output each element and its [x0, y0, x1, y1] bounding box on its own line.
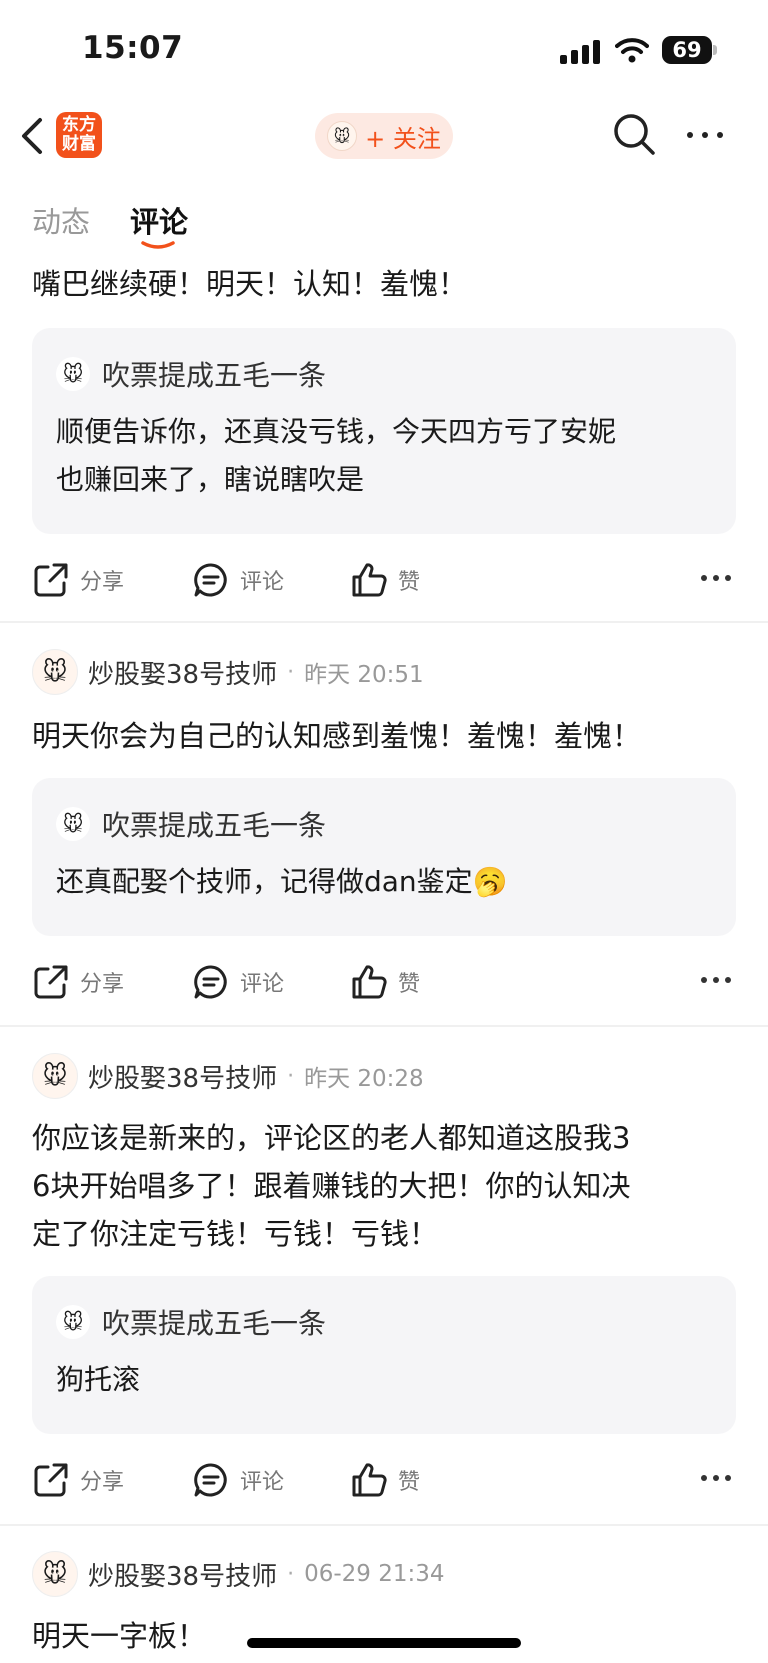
quote-text-line: 还真配娶个技师，记得做dan鉴定 — [56, 865, 473, 898]
post-author-row: 🐭 炒股娶38号技师 · 06-29 21:34 — [32, 1551, 445, 1597]
quoted-comment[interactable]: 🐭 吹票提成五毛一条 顺便告诉你，还真没亏钱，今天四方亏了安妮 也赚回来了，瞎说… — [32, 328, 736, 534]
post-content-line: 你应该是新来的，评论区的老人都知道这股我3 — [32, 1121, 631, 1155]
follow-button[interactable]: 🐭 + 关注 — [315, 113, 453, 159]
back-icon[interactable] — [18, 116, 48, 156]
post-time: 06-29 21:34 — [304, 1561, 445, 1587]
share-icon — [34, 563, 68, 597]
tab-dynamics[interactable]: 动态 — [32, 199, 90, 241]
follow-label: + 关注 — [365, 124, 441, 153]
more-icon[interactable] — [700, 968, 732, 992]
author-avatar-icon[interactable]: 🐭 — [32, 1053, 78, 1099]
more-icon[interactable] — [684, 124, 726, 146]
share-icon — [34, 1463, 68, 1497]
app-logo[interactable]: 东方 财富 — [56, 112, 102, 158]
post-content-line: 定了你注定亏钱！亏钱！亏钱！ — [32, 1217, 439, 1251]
divider — [0, 621, 768, 623]
thumbs-up-icon — [352, 1463, 387, 1497]
action-row: 分享 评论 赞 — [32, 558, 736, 602]
logo-text-line1: 东方 — [62, 115, 96, 135]
quote-avatar-icon: 🐭 — [56, 807, 90, 841]
share-label: 分享 — [80, 1470, 125, 1495]
author-avatar-icon[interactable]: 🐭 — [32, 1551, 78, 1597]
share-button[interactable]: 分享 — [32, 963, 124, 1001]
quoted-comment[interactable]: 🐭 吹票提成五毛一条 还真配娶个技师，记得做dan鉴定🥱 — [32, 778, 736, 936]
more-icon[interactable] — [700, 566, 732, 590]
quoted-comment[interactable]: 🐭 吹票提成五毛一条 狗托滚 — [32, 1276, 736, 1434]
post-author-row: 🐭 炒股娶38号技师 · 昨天 20:28 — [32, 1053, 424, 1099]
comment-label: 评论 — [240, 1470, 285, 1495]
thumbs-up-icon — [352, 965, 387, 999]
quote-text-line: 顺便告诉你，还真没亏钱，今天四方亏了安妮 — [56, 415, 617, 448]
like-button[interactable]: 赞 — [350, 1461, 420, 1499]
stock-avatar-icon: 🐭 — [327, 121, 358, 151]
tab-active-indicator — [141, 241, 175, 249]
comment-button[interactable]: 评论 — [192, 561, 284, 599]
quote-author[interactable]: 吹票提成五毛一条 — [102, 354, 326, 394]
quote-author[interactable]: 吹票提成五毛一条 — [102, 804, 326, 844]
divider — [0, 1524, 768, 1526]
like-button[interactable]: 赞 — [350, 963, 420, 1001]
status-time: 15:07 — [82, 30, 184, 66]
search-icon[interactable] — [612, 112, 656, 156]
post-content: 明天你会为自己的认知感到羞愧！羞愧！羞愧！ — [32, 719, 642, 753]
comment-button[interactable]: 评论 — [192, 1461, 284, 1499]
quote-author[interactable]: 吹票提成五毛一条 — [102, 1302, 326, 1342]
share-label: 分享 — [80, 972, 125, 997]
share-button[interactable]: 分享 — [32, 561, 124, 599]
tab-comments[interactable]: 评论 — [130, 199, 188, 241]
battery-tip — [713, 45, 717, 55]
share-icon — [34, 965, 68, 999]
post-time: 昨天 20:51 — [304, 662, 424, 688]
share-label: 分享 — [80, 570, 125, 595]
divider — [0, 1025, 768, 1027]
like-label: 赞 — [398, 1470, 421, 1495]
comment-label: 评论 — [240, 570, 285, 595]
home-indicator — [247, 1638, 521, 1648]
quote-text-line: 狗托滚 — [56, 1363, 141, 1396]
post-content: 你应该是新来的，评论区的老人都知道这股我3 6块开始唱多了！跟着赚钱的大把！你的… — [32, 1114, 630, 1258]
quote-avatar-icon: 🐭 — [56, 357, 90, 391]
battery-icon: 69 — [662, 36, 712, 64]
yawn-emoji-icon: 🥱 — [472, 865, 508, 898]
action-row: 分享 评论 赞 — [32, 960, 736, 1004]
separator-dot: · — [287, 1063, 295, 1089]
cellular-signal-icon — [560, 38, 600, 64]
like-button[interactable]: 赞 — [350, 561, 420, 599]
comment-icon — [194, 563, 227, 597]
post-content: 嘴巴继续硬！明天！认知！羞愧！ — [32, 267, 468, 301]
more-icon[interactable] — [700, 1466, 732, 1490]
quote-text-line: 也赚回来了，瞎说瞎吹是 — [56, 463, 365, 496]
comment-icon — [194, 965, 227, 999]
author-name[interactable]: 炒股娶38号技师 — [88, 654, 277, 691]
thumbs-up-icon — [352, 563, 387, 597]
action-row: 分享 评论 赞 — [32, 1458, 736, 1502]
separator-dot: · — [287, 1561, 295, 1587]
quote-avatar-icon: 🐭 — [56, 1305, 90, 1339]
author-avatar-icon[interactable]: 🐭 — [32, 649, 78, 695]
separator-dot: · — [287, 659, 295, 685]
wifi-icon — [615, 38, 649, 63]
author-name[interactable]: 炒股娶38号技师 — [88, 1556, 277, 1593]
comment-icon — [194, 1463, 227, 1497]
share-button[interactable]: 分享 — [32, 1461, 124, 1499]
post-content: 明天一字板！ — [32, 1619, 207, 1653]
post-time: 昨天 20:28 — [304, 1066, 424, 1092]
logo-text-line2: 财富 — [62, 134, 96, 154]
post-content-line: 6块开始唱多了！跟着赚钱的大把！你的认知决 — [32, 1169, 631, 1203]
author-name[interactable]: 炒股娶38号技师 — [88, 1058, 277, 1095]
comment-button[interactable]: 评论 — [192, 963, 284, 1001]
like-label: 赞 — [398, 972, 421, 997]
comment-label: 评论 — [240, 972, 285, 997]
like-label: 赞 — [398, 570, 421, 595]
post-author-row: 🐭 炒股娶38号技师 · 昨天 20:51 — [32, 649, 424, 695]
